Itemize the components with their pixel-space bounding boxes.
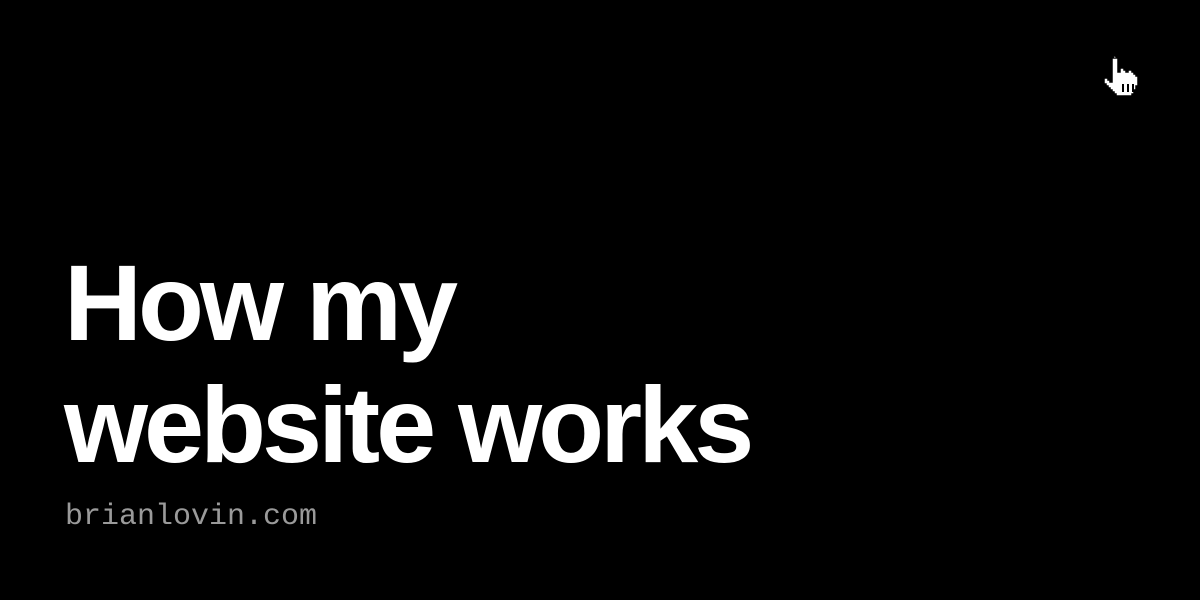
pointing-hand-cursor-icon	[1100, 52, 1150, 102]
page-title: How my website works	[64, 242, 1064, 486]
og-card: How my website works brianlovin.com	[0, 0, 1200, 600]
title-line-2: website works	[64, 364, 754, 485]
site-domain: brianlovin.com	[65, 500, 318, 534]
title-line-1: How my	[64, 242, 458, 363]
